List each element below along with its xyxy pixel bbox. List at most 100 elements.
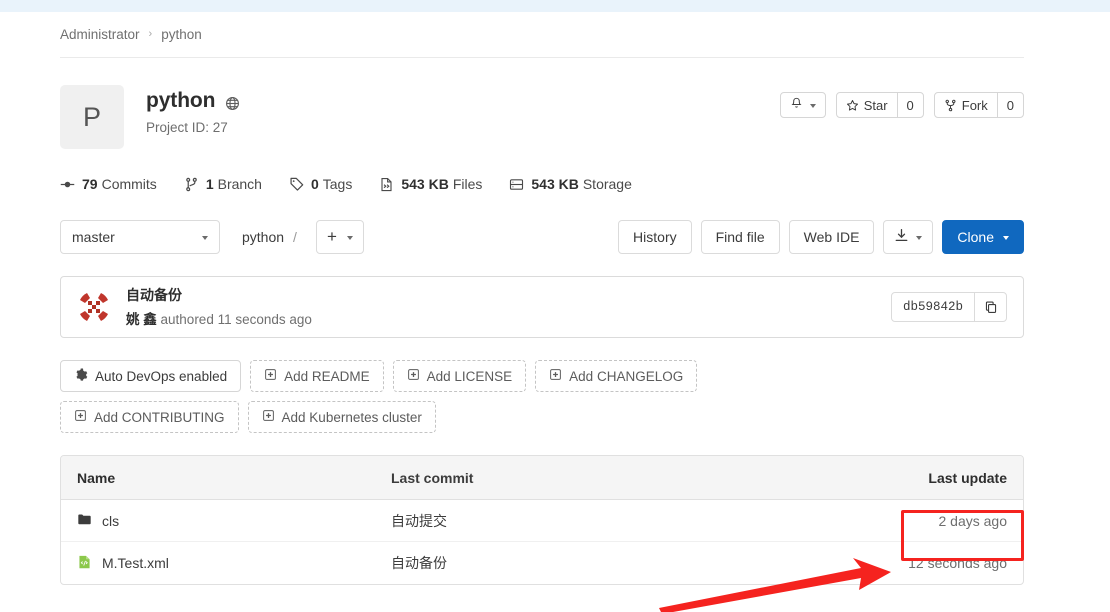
stat-files[interactable]: 543 KB Files	[379, 176, 482, 192]
bell-icon	[790, 97, 803, 113]
stat-storage-label: Storage	[582, 176, 632, 192]
plus-square-icon	[264, 368, 284, 384]
branch-selector[interactable]: master	[60, 220, 220, 254]
path-separator: /	[293, 229, 297, 245]
repository-toolbar-right: History Find file Web IDE Clone	[618, 220, 1024, 254]
plus-square-icon	[262, 409, 282, 425]
stat-storage: 543 KB Storage	[509, 176, 632, 192]
add-contributing-label: Add CONTRIBUTING	[94, 409, 225, 425]
page-title: python	[146, 89, 216, 112]
download-button[interactable]	[883, 220, 934, 254]
star-button-group[interactable]: Star 0	[835, 92, 924, 118]
file-name-cell[interactable]: M.Test.xml	[61, 554, 391, 573]
column-header-last-update: Last update	[928, 469, 1007, 486]
plus-icon: +	[326, 227, 337, 246]
add-contributing-chip[interactable]: Add CONTRIBUTING	[60, 401, 239, 433]
add-to-tree-button[interactable]: +	[315, 220, 364, 254]
last-commit-panel: 自动备份 姚 鑫 authored 11 seconds ago db59842…	[60, 276, 1024, 338]
copy-icon[interactable]	[974, 293, 1006, 321]
clone-button[interactable]: Clone	[942, 220, 1024, 254]
history-button[interactable]: History	[618, 220, 692, 254]
globe-icon	[225, 96, 240, 111]
commit-hash[interactable]: db59842b	[892, 293, 974, 321]
breadcrumb-item-python[interactable]: python	[161, 27, 202, 42]
page-root: Administrator › python P python Project …	[0, 0, 1110, 612]
commit-message[interactable]: 自动备份	[126, 286, 312, 305]
add-license-label: Add LICENSE	[426, 368, 513, 384]
star-button[interactable]: Star	[837, 93, 897, 117]
project-meta: python Project ID: 27	[146, 85, 240, 135]
stat-files-label: Files	[452, 176, 483, 192]
plus-square-icon	[74, 409, 94, 425]
project-setup-chips: Auto DevOps enabled Add README Add LICEN…	[60, 360, 850, 433]
chevron-down-icon	[346, 236, 353, 240]
auto-devops-chip[interactable]: Auto DevOps enabled	[60, 360, 242, 392]
project-stats: 79 Commits 1 Branch 0 Tags 543 KB Files …	[60, 176, 1024, 192]
project-id-label: Project ID: 27	[146, 120, 228, 135]
project-header: P python Project ID: 27 Star 0 Fork 0	[60, 58, 1024, 149]
commit-text: 自动备份 姚 鑫 authored 11 seconds ago	[126, 286, 312, 328]
avatar	[77, 290, 111, 324]
table-row[interactable]: M.Test.xml 自动备份 12 seconds ago	[61, 542, 1023, 584]
file-last-update: 2 days ago	[938, 512, 1008, 529]
stat-branches-value: 1	[205, 176, 214, 192]
stat-tags-label: Tags	[322, 176, 353, 192]
chevron-down-icon	[202, 236, 208, 240]
path-root[interactable]: python	[242, 229, 284, 245]
stat-commits-value: 79	[82, 176, 98, 192]
star-count: 0	[896, 93, 923, 117]
stat-files-value: 543 KB	[401, 176, 449, 192]
file-name-label: M.Test.xml	[102, 555, 169, 571]
repository-toolbar: master python / + History Find file Web …	[60, 220, 1024, 254]
commit-author[interactable]: 姚 鑫	[126, 312, 157, 327]
file-name-label: cls	[102, 512, 120, 529]
file-last-commit[interactable]: 自动备份	[391, 553, 853, 573]
column-header-last-commit: Last commit	[391, 469, 474, 486]
web-ide-button[interactable]: Web IDE	[788, 220, 875, 254]
stat-storage-value: 543 KB	[531, 176, 579, 192]
star-icon	[846, 99, 859, 112]
add-kubernetes-cluster-chip[interactable]: Add Kubernetes cluster	[247, 401, 436, 433]
folder-icon	[77, 512, 102, 530]
stat-tags-value: 0	[310, 176, 319, 192]
find-file-button[interactable]: Find file	[700, 220, 780, 254]
project-header-actions: Star 0 Fork 0	[779, 92, 1024, 118]
table-header-row: Name Last commit Last update	[61, 456, 1023, 500]
column-header-name: Name	[77, 469, 116, 486]
add-kubernetes-label: Add Kubernetes cluster	[281, 409, 422, 425]
breadcrumb: Administrator › python	[60, 12, 1024, 58]
fork-button[interactable]: Fork	[935, 93, 997, 117]
top-blue-strip	[0, 0, 1110, 12]
add-readme-chip[interactable]: Add README	[250, 360, 384, 392]
breadcrumb-item-administrator[interactable]: Administrator	[60, 27, 140, 42]
fork-button-group[interactable]: Fork 0	[933, 92, 1024, 118]
chevron-down-icon	[916, 236, 923, 240]
fork-icon	[944, 99, 957, 112]
stat-commits[interactable]: 79 Commits	[60, 176, 157, 192]
path-breadcrumb: python /	[242, 229, 306, 245]
table-row[interactable]: cls 自动提交 2 days ago	[61, 500, 1023, 542]
project-avatar: P	[60, 85, 124, 149]
stat-tags[interactable]: 0 Tags	[289, 176, 352, 192]
stat-branches-label: Branch	[217, 176, 262, 192]
add-changelog-chip[interactable]: Add CHANGELOG	[535, 360, 698, 392]
auto-devops-label: Auto DevOps enabled	[95, 368, 228, 384]
clone-label: Clone	[957, 229, 994, 245]
fork-count: 0	[996, 93, 1023, 117]
chevron-down-icon	[1003, 236, 1009, 240]
fork-label: Fork	[961, 97, 988, 113]
notification-button[interactable]	[779, 92, 826, 118]
file-name-cell[interactable]: cls	[61, 512, 391, 530]
gear-icon	[74, 368, 95, 385]
stat-commits-label: Commits	[101, 176, 157, 192]
chevron-down-icon	[809, 104, 816, 108]
breadcrumb-separator-icon: ›	[148, 28, 153, 40]
stat-branches[interactable]: 1 Branch	[184, 176, 262, 192]
file-last-update: 12 seconds ago	[908, 555, 1007, 571]
add-license-chip[interactable]: Add LICENSE	[392, 360, 527, 392]
star-label: Star	[863, 97, 888, 113]
file-tree-table: Name Last commit Last update cls 自动提交 2 …	[60, 455, 1024, 585]
file-last-commit[interactable]: 自动提交	[391, 511, 853, 531]
add-readme-label: Add README	[284, 368, 370, 384]
commit-timestamp: authored 11 seconds ago	[160, 311, 312, 327]
